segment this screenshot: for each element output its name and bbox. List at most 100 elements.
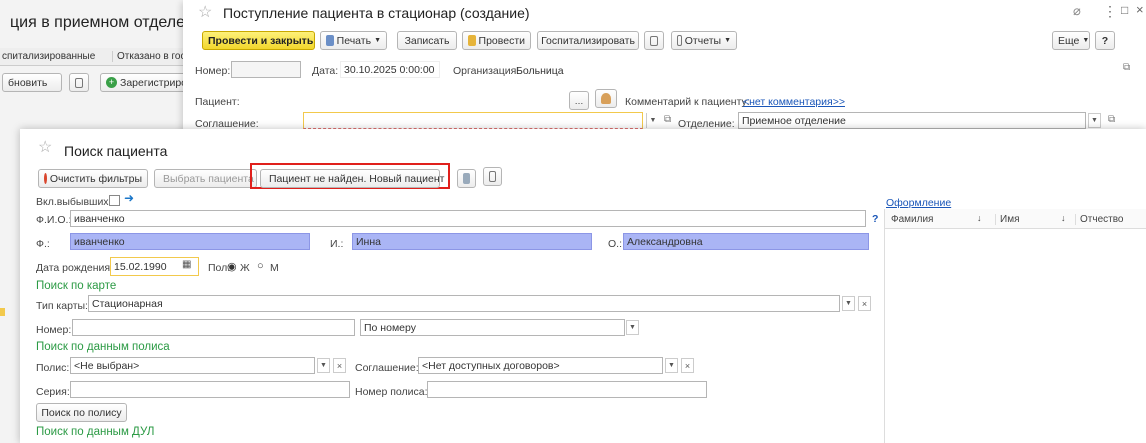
date-label: Дата: [312, 65, 339, 77]
card-type-label: Тип карты: [36, 300, 88, 312]
organization-value[interactable]: Больница [516, 65, 564, 77]
patient-search-dialog: ☆ Поиск пациента Очистить фильтры Выбрат… [20, 129, 1146, 443]
card-type-dropdown[interactable]: ▼ [842, 296, 855, 311]
bg-list-icon[interactable] [69, 73, 89, 92]
maximize-icon[interactable]: □ [1121, 3, 1128, 17]
include-retired-label: Вкл.выбывших: [36, 196, 112, 208]
report-icon [677, 35, 682, 46]
fio-input[interactable]: иванченко [70, 210, 866, 227]
column-name[interactable]: Имя [995, 214, 1019, 225]
list-icon [75, 77, 83, 88]
report-button[interactable] [483, 167, 502, 186]
series-input[interactable] [70, 381, 350, 398]
comment-link[interactable]: <нет комментария>> [743, 96, 845, 108]
policy-number-input[interactable] [427, 381, 707, 398]
more-button[interactable]: Еще ▼ [1052, 31, 1090, 50]
post-close-button[interactable]: Провести и закрыть [202, 31, 315, 50]
fio-help-icon[interactable]: ? [872, 213, 878, 225]
favorite-star-icon[interactable]: ☆ [38, 137, 52, 157]
surname-label: Ф.: [36, 238, 50, 250]
agreement-open-icon[interactable]: ⧉ [664, 114, 671, 125]
fio-label: Ф.И.О.: [36, 214, 72, 226]
binoculars-icon [463, 173, 470, 184]
patient-icon [601, 93, 611, 104]
calendar-icon[interactable]: ▦ [182, 259, 191, 270]
comment-label: Комментарий к пациенту: [625, 96, 750, 108]
hospitalize-button[interactable]: Госпитализировать [537, 31, 639, 50]
column-surname[interactable]: Фамилия [891, 214, 933, 225]
department-open-icon[interactable]: ⧉ [1108, 114, 1115, 125]
search-settings-button[interactable] [457, 169, 476, 188]
surname-input[interactable]: иванченко [70, 233, 310, 250]
patient-label: Пациент: [195, 96, 240, 108]
print-button[interactable]: Печать ▼ [320, 31, 387, 50]
favorite-star-icon[interactable]: ☆ [198, 2, 212, 22]
name-input[interactable]: Инна [352, 233, 592, 250]
name-label: И.: [330, 238, 344, 250]
new-patient-button[interactable]: Пациент не найден. Новый пациент [260, 169, 444, 188]
number-label: Номер: [195, 65, 231, 77]
sex-female-label: Ж [240, 262, 250, 274]
select-patient-button[interactable]: Выбрать пациента [154, 169, 257, 188]
agreement-dropdown[interactable]: ▼ [646, 113, 659, 128]
sex-female-radio[interactable]: ◉ [227, 260, 237, 273]
table-icon [489, 171, 496, 182]
policy-dropdown[interactable]: ▼ [317, 358, 330, 373]
printer-icon [326, 35, 334, 46]
agreement-field[interactable] [303, 112, 643, 129]
policy-agreement-label: Соглашение: [355, 362, 419, 374]
sex-male-radio[interactable]: ○ [257, 260, 264, 272]
admission-title: Поступление пациента в стационар (создан… [223, 5, 530, 21]
organization-open-icon[interactable]: ⧉ [1123, 62, 1130, 73]
search-by-number-select[interactable]: По номеру [360, 319, 625, 336]
bg-row-marker [0, 308, 5, 316]
card-number-label: Номер: [36, 324, 72, 336]
card-number-input[interactable] [72, 319, 355, 336]
patient-select-button[interactable]: … [569, 91, 589, 110]
department-field[interactable]: Приемное отделение [738, 112, 1086, 129]
clear-filters-button[interactable]: Очистить фильтры [38, 169, 148, 188]
search-dialog-title: Поиск пациента [64, 143, 168, 159]
save-button[interactable]: Записать [397, 31, 457, 50]
search-by-number-dropdown[interactable]: ▼ [626, 320, 639, 335]
chevron-down-icon: ▼ [374, 37, 381, 44]
help-button[interactable]: ? [1095, 31, 1115, 50]
organization-label: Организация: [453, 65, 520, 77]
reports-button[interactable]: Отчеты ▼ [671, 31, 737, 50]
post-doc-icon [468, 35, 476, 46]
bg-tab-hospitalized[interactable]: спитализированные [2, 51, 95, 62]
bg-tab-refused[interactable]: Отказано в гос [112, 51, 186, 62]
close-icon[interactable]: × [1136, 2, 1144, 17]
column-patronymic[interactable]: Отчество [1075, 214, 1123, 225]
date-field[interactable]: 30.10.2025 0:00:00 [340, 61, 440, 78]
policy-agreement-input[interactable]: <Нет доступных договоров> [418, 357, 663, 374]
card-type-clear[interactable]: × [858, 296, 871, 311]
policy-agreement-dropdown[interactable]: ▼ [665, 358, 678, 373]
card-type-input[interactable]: Стационарная [88, 295, 840, 312]
list-view-button[interactable] [644, 31, 664, 50]
post-button[interactable]: Провести [462, 31, 531, 50]
patronymic-label: О.: [608, 238, 623, 250]
bg-tab-bar: спитализированные Отказано в гос [0, 48, 200, 66]
results-table: Фамилия ↓ Имя ↓ Отчество [884, 209, 1146, 443]
sort-icon: ↓ [977, 213, 982, 223]
design-link[interactable]: Оформление [886, 197, 951, 209]
policy-search-section: Поиск по данным полиса [36, 341, 170, 353]
policy-clear[interactable]: × [333, 358, 346, 373]
card-search-section: Поиск по карте [36, 280, 117, 292]
department-dropdown[interactable]: ▼ [1088, 113, 1101, 128]
policy-number-label: Номер полиса: [355, 386, 428, 398]
include-retired-checkbox[interactable] [109, 195, 120, 206]
policy-agreement-clear[interactable]: × [681, 358, 694, 373]
patronymic-input[interactable]: Александровна [623, 233, 869, 250]
link-icon[interactable]: ⌀ [1073, 3, 1081, 19]
admission-window: ☆ Поступление пациента в стационар (созд… [183, 0, 1146, 135]
menu-icon[interactable]: ⋮ [1103, 3, 1117, 20]
refresh-arrow-icon[interactable]: ➜ [124, 191, 134, 205]
list-icon [650, 35, 658, 46]
patient-card-button[interactable] [595, 89, 617, 108]
number-field[interactable] [231, 61, 301, 78]
policy-input[interactable]: <Не выбран> [70, 357, 315, 374]
bg-update-button[interactable]: бновить [2, 73, 62, 92]
search-by-policy-button[interactable]: Поиск по полису [36, 403, 127, 422]
